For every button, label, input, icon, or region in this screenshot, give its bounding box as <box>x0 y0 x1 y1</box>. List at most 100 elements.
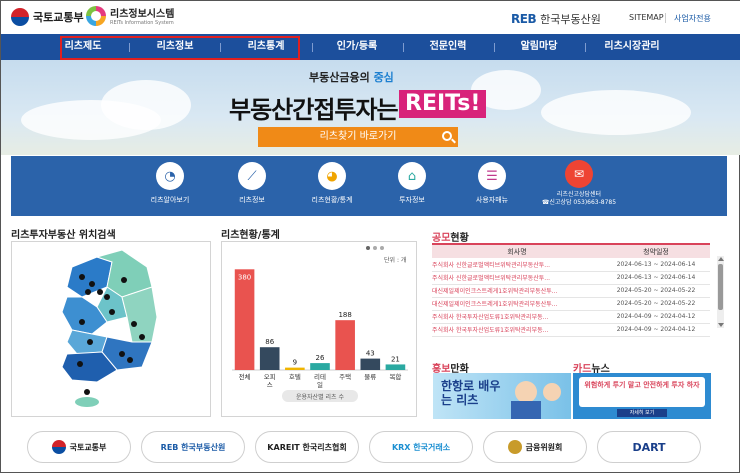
quick-link-about[interactable]: ◔ 리츠알아보기 <box>135 162 205 205</box>
schedule-cell: 2024-06-13 ~ 2024-06-14 <box>602 271 710 285</box>
company-cell[interactable]: 대신제일제이인크스트레게1호위탁관리부동산투... <box>432 284 602 298</box>
map-region-gyeongbuk[interactable] <box>121 286 158 343</box>
scroll-thumb[interactable] <box>718 264 723 310</box>
partner-label: KRX 한국거래소 <box>391 442 451 452</box>
table-row[interactable]: 대신제일제이인크스트레게1호위탁관리부동산투... 2024-05-20 ~ 20… <box>432 284 710 298</box>
fsc-emblem-icon <box>507 440 522 454</box>
header: 국토교통부 리츠정보시스템 REITs Information System R… <box>1 1 740 35</box>
schedule-cell: 2024-05-20 ~ 2024-05-22 <box>602 284 710 298</box>
partner-molit[interactable]: 국토교통부 <box>27 431 131 463</box>
bar-value-label: 380 <box>238 273 251 281</box>
reits-mark-icon <box>86 5 106 26</box>
table-row[interactable]: 대신제일제이인크스트레게1호위탁관리부동산투... 2024-05-20 ~ 20… <box>432 297 710 311</box>
bar-리테일[interactable] <box>310 363 330 370</box>
quick-link-label: 리츠정보 <box>239 196 265 204</box>
map-region-jeju[interactable] <box>75 397 99 407</box>
bar-복합[interactable] <box>385 364 406 370</box>
col-header-company: 회사명 <box>432 243 602 258</box>
company-cell[interactable]: 대신제일제이인크스트레게1호위탁관리부동산투... <box>432 297 602 311</box>
quick-links-bar: ◔ 리츠알아보기 ⟋ 리츠정보 ◕ 리츠현황/통계 ⌂ 투자정보 ☰ 사용자매뉴… <box>11 156 727 216</box>
cloud-shape <box>101 80 191 130</box>
house-icon: ⌂ <box>398 162 426 190</box>
company-cell[interactable]: 주식회사 신한글로벌액티브위탁관리부동산투... <box>432 258 602 272</box>
character-face-icon <box>515 381 537 403</box>
category-label: 오피 <box>264 372 276 381</box>
reits-search-label: 리츠찾기 바로가기 <box>319 131 397 142</box>
table-row[interactable]: 주식회사 한국투자산업도류1호위탁관리부동... 2024-04-09 ~ 202… <box>432 310 710 324</box>
company-cell[interactable]: 주식회사 신한글로벌액티브위탁관리부동산투... <box>432 271 602 285</box>
carousel-dots[interactable] <box>366 246 384 250</box>
card-news-banner[interactable]: 위험하게 투기 말고 안전하게 투자 하자 자세히 보기 <box>573 373 711 419</box>
chart-footer-label: 운용자산별 리츠 수 <box>296 393 344 401</box>
bar-주택[interactable] <box>335 320 355 370</box>
partner-label: REB 한국부동산원 <box>160 442 226 452</box>
partner-krx[interactable]: KRX 한국거래소 <box>369 431 473 463</box>
quick-link-stats[interactable]: ◕ 리츠현황/통계 <box>297 162 367 205</box>
molit-logo-text: 국토교통부 <box>33 11 84 24</box>
search-icon <box>442 131 452 141</box>
nav-highlight-box <box>60 36 300 60</box>
company-cell[interactable]: 주식회사 한국투자산업도류1호위탁관리부동... <box>432 323 602 337</box>
comic-title: 한항로 배우는 리츠 <box>441 379 501 407</box>
quick-link-label: 투자정보 <box>399 196 425 204</box>
bar-물류[interactable] <box>360 358 381 370</box>
partner-kareit[interactable]: KAREIT 한국리츠협회 <box>255 431 359 463</box>
quick-link-invest[interactable]: ⌂ 투자정보 <box>377 162 447 205</box>
bar-오피스[interactable] <box>259 347 280 370</box>
nav-item-notice[interactable]: 알림마당 <box>497 34 581 60</box>
sitemap-link[interactable]: SITEMAP <box>629 13 664 22</box>
header-divider <box>665 13 666 23</box>
quick-link-manual[interactable]: ☰ 사용자매뉴 <box>457 162 527 205</box>
quick-link-info[interactable]: ⟋ 리츠정보 <box>217 162 287 205</box>
promo-comic-banner[interactable]: 한항로 배우는 리츠 <box>433 373 571 419</box>
bar-value-label: 43 <box>366 350 375 358</box>
callcenter-link[interactable]: ✉ 리츠신고상담센터 ☎신고상담 053)663-8785 <box>539 160 619 207</box>
col-header-schedule: 청약일정 <box>602 243 710 258</box>
table-scrollbar[interactable] <box>717 256 724 328</box>
hero-subtitle: 부동산금융의 중심 <box>309 71 394 84</box>
character-face-icon <box>543 383 561 401</box>
partner-dart[interactable]: DART <box>597 431 701 463</box>
reb-logo[interactable]: REB 한국부동산원 <box>511 11 601 27</box>
partner-reb[interactable]: REB 한국부동산원 <box>141 431 245 463</box>
announcement-section-title: 공모현황 <box>432 233 469 244</box>
chart-unit-label: 단위 : 개 <box>384 257 407 264</box>
taegeuk-icon <box>51 440 66 454</box>
nav-divider <box>403 43 404 52</box>
pie-icon: ◕ <box>318 162 346 190</box>
molit-logo[interactable]: 국토교통부 <box>11 8 84 26</box>
scroll-up-icon[interactable] <box>718 257 724 261</box>
category-label: 스 <box>267 381 273 389</box>
bar-전체[interactable] <box>234 269 255 370</box>
bar-호텔[interactable] <box>285 367 305 370</box>
company-cell[interactable]: 주식회사 한국투자산업도류1호위탁관리부동... <box>432 310 602 324</box>
korea-map-panel <box>11 241 211 417</box>
table-row[interactable]: 주식회사 한국투자산업도류1호위탁관리부동... 2024-04-09 ~ 202… <box>432 323 710 337</box>
bar-value-label: 188 <box>338 311 351 319</box>
scroll-down-icon[interactable] <box>718 323 724 327</box>
hero-reits-badge: REITs! <box>399 90 487 118</box>
partner-fsc[interactable]: 금융위원회 <box>483 431 587 463</box>
nav-item-experts[interactable]: 전문인력 <box>406 34 490 60</box>
card-news-detail-button[interactable]: 자세히 보기 <box>617 409 667 417</box>
category-label: 호텔 <box>289 373 301 381</box>
reits-logo-title: 리츠정보시스템 <box>110 9 175 20</box>
nav-divider <box>494 43 495 52</box>
bar-value-label: 9 <box>293 359 297 367</box>
card-news-text: 위험하게 투기 말고 안전하게 투자 하자 <box>579 377 705 407</box>
hero-headline: 부동산간접투자는 <box>229 96 399 124</box>
schedule-cell: 2024-04-09 ~ 2024-04-12 <box>602 323 710 337</box>
reits-search-button[interactable]: 리츠찾기 바로가기 <box>258 127 458 147</box>
partner-label: DART <box>632 440 666 454</box>
quick-link-label: 리츠현황/통계 <box>311 196 353 204</box>
table-row[interactable]: 주식회사 신한글로벌액티브위탁관리부동산투... 2024-06-13 ~ 202… <box>432 258 710 272</box>
operator-link[interactable]: 사업자전용 <box>674 13 711 24</box>
table-row[interactable]: 주식회사 신한글로벌액티브위탁관리부동산투... 2024-06-13 ~ 202… <box>432 271 710 285</box>
schedule-cell: 2024-04-09 ~ 2024-04-12 <box>602 310 710 324</box>
taegeuk-icon <box>11 8 29 26</box>
nav-item-market[interactable]: 리츠시장관리 <box>587 34 677 60</box>
korea-map[interactable] <box>12 242 212 418</box>
nav-divider <box>585 43 586 52</box>
nav-item-registration[interactable]: 인가/등록 <box>315 34 399 60</box>
reits-logo[interactable]: 리츠정보시스템 REITs Information System <box>86 5 174 26</box>
